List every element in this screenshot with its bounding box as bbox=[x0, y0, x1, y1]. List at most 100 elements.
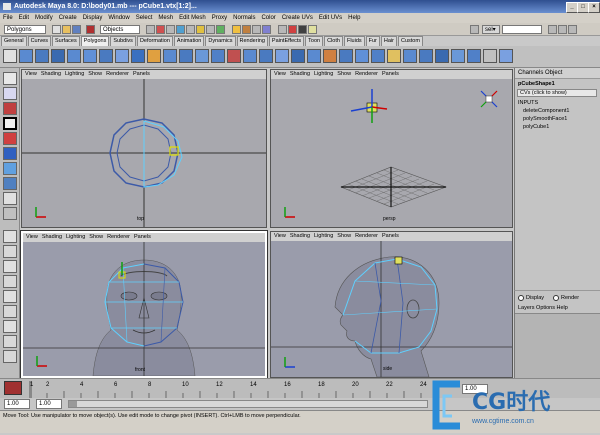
poly-duplicate-face-icon[interactable] bbox=[323, 49, 337, 63]
poly-combine-icon[interactable] bbox=[115, 49, 129, 63]
poly-merge-icon[interactable] bbox=[211, 49, 225, 63]
viewport-top-canvas[interactable] bbox=[22, 79, 266, 227]
menu-edit[interactable]: Edit bbox=[16, 13, 32, 23]
layout-four-icon[interactable] bbox=[3, 245, 17, 258]
quick-select-input[interactable] bbox=[502, 25, 542, 34]
cvs-click-to-show[interactable]: CVs (click to show) bbox=[517, 89, 597, 97]
vp-menu-view[interactable]: View bbox=[274, 71, 286, 77]
automatic-mapping-icon[interactable] bbox=[451, 49, 465, 63]
view-cube-icon[interactable] bbox=[480, 90, 498, 108]
tool-settings-toggle-icon[interactable] bbox=[558, 25, 567, 34]
input-node[interactable]: deleteComponent1 bbox=[523, 108, 569, 114]
menu-file[interactable]: File bbox=[0, 13, 16, 23]
menu-edit-uvs[interactable]: Edit UVs bbox=[316, 13, 345, 23]
input-node[interactable]: polyCube1 bbox=[523, 124, 549, 130]
poly-extrude-icon[interactable] bbox=[147, 49, 161, 63]
poly-cone-icon[interactable] bbox=[67, 49, 81, 63]
poly-separate-icon[interactable] bbox=[131, 49, 145, 63]
mask-icon-6[interactable] bbox=[196, 25, 205, 34]
menu-color[interactable]: Color bbox=[258, 13, 278, 23]
viewport-persp-canvas[interactable] bbox=[271, 79, 512, 227]
channel-box-tabs[interactable]: Channels Object bbox=[515, 68, 600, 79]
menu-display[interactable]: Display bbox=[80, 13, 106, 23]
new-scene-icon[interactable] bbox=[52, 25, 61, 34]
mask-icon-4[interactable] bbox=[176, 25, 185, 34]
layer-editor-menu[interactable]: Layers Options Help bbox=[518, 305, 568, 311]
poly-cube-icon[interactable] bbox=[35, 49, 49, 63]
poly-append-icon[interactable] bbox=[179, 49, 193, 63]
poly-mirror-icon[interactable] bbox=[259, 49, 273, 63]
vp-menu-view[interactable]: View bbox=[25, 71, 37, 77]
vp-menu-shading[interactable]: Shading bbox=[290, 233, 310, 239]
paint-select-tool-icon[interactable] bbox=[3, 102, 17, 115]
render-icon[interactable] bbox=[288, 25, 297, 34]
vp-menu-show[interactable]: Show bbox=[337, 71, 351, 77]
vp-menu-view[interactable]: View bbox=[274, 233, 286, 239]
vp-menu-panels[interactable]: Panels bbox=[133, 71, 150, 77]
input-node[interactable]: polySmoothFace1 bbox=[523, 116, 567, 122]
vp-menu-view[interactable]: View bbox=[26, 234, 38, 240]
snap-point-icon[interactable] bbox=[252, 25, 261, 34]
menu-select[interactable]: Select bbox=[133, 13, 156, 23]
move-tool-icon[interactable] bbox=[3, 117, 17, 130]
layout-script-icon[interactable] bbox=[3, 350, 17, 363]
select-tool-icon[interactable] bbox=[3, 72, 17, 85]
display-radio[interactable] bbox=[518, 295, 524, 301]
menu-edit-mesh[interactable]: Edit Mesh bbox=[176, 13, 209, 23]
poly-plane-icon[interactable] bbox=[83, 49, 97, 63]
layout-custom-icon[interactable] bbox=[3, 320, 17, 333]
vp-menu-renderer[interactable]: Renderer bbox=[107, 234, 130, 240]
soften-edge-icon[interactable] bbox=[483, 49, 497, 63]
mask-icon-7[interactable] bbox=[206, 25, 215, 34]
soft-mod-tool-icon[interactable] bbox=[3, 177, 17, 190]
snap-plane-icon[interactable] bbox=[262, 25, 271, 34]
range-start-inner-field[interactable]: 1.00 bbox=[36, 399, 62, 409]
viewport-top[interactable]: View Shading Lighting Show Renderer Panels to… bbox=[21, 69, 267, 228]
menu-normals[interactable]: Normals bbox=[230, 13, 258, 23]
vp-menu-shading[interactable]: Shading bbox=[290, 71, 310, 77]
poly-poke-icon[interactable] bbox=[307, 49, 321, 63]
close-button[interactable]: × bbox=[588, 2, 600, 13]
vp-menu-renderer[interactable]: Renderer bbox=[106, 71, 129, 77]
range-start-field[interactable]: 1.00 bbox=[4, 399, 30, 409]
vp-menu-renderer[interactable]: Renderer bbox=[355, 233, 378, 239]
viewport-persp[interactable]: View Shading Lighting Show Renderer Panels pe… bbox=[270, 69, 513, 228]
vp-menu-panels[interactable]: Panels bbox=[382, 71, 399, 77]
last-tool-icon[interactable] bbox=[3, 207, 17, 220]
viewport-side-canvas[interactable] bbox=[271, 241, 512, 377]
poly-torus-icon[interactable] bbox=[99, 49, 113, 63]
viewport-side[interactable]: View Shading Lighting Show Renderer Panels si… bbox=[270, 231, 513, 378]
vp-menu-panels[interactable]: Panels bbox=[382, 233, 399, 239]
cylindrical-mapping-icon[interactable] bbox=[419, 49, 433, 63]
vp-menu-show[interactable]: Show bbox=[337, 233, 351, 239]
mask-icon-5[interactable] bbox=[186, 25, 195, 34]
vp-menu-lighting[interactable]: Lighting bbox=[314, 233, 333, 239]
mask-icon-3[interactable] bbox=[166, 25, 175, 34]
menu-window[interactable]: Window bbox=[105, 13, 132, 23]
mask-icon-8[interactable] bbox=[216, 25, 225, 34]
spherical-mapping-icon[interactable] bbox=[435, 49, 449, 63]
mode-select-dropdown[interactable]: Polygons bbox=[4, 25, 46, 34]
scale-tool-icon[interactable] bbox=[3, 147, 17, 160]
history-icon[interactable] bbox=[278, 25, 287, 34]
shelf-menu-icon[interactable] bbox=[3, 49, 17, 63]
attribute-editor-toggle-icon[interactable] bbox=[548, 25, 557, 34]
vp-menu-lighting[interactable]: Lighting bbox=[314, 71, 333, 77]
render-settings-icon[interactable] bbox=[308, 25, 317, 34]
poly-cylinder-icon[interactable] bbox=[51, 49, 65, 63]
poly-triangulate-icon[interactable] bbox=[355, 49, 369, 63]
select-hierarchy-icon[interactable] bbox=[86, 25, 95, 34]
layout-render-icon[interactable] bbox=[3, 335, 17, 348]
poly-extract-icon[interactable] bbox=[339, 49, 353, 63]
poly-cut-icon[interactable] bbox=[275, 49, 289, 63]
lasso-tool-icon[interactable] bbox=[3, 87, 17, 100]
snap-grid-icon[interactable] bbox=[232, 25, 241, 34]
layer-list[interactable] bbox=[515, 313, 600, 380]
render-radio[interactable] bbox=[553, 295, 559, 301]
channel-object-name[interactable]: pCubeShape1 bbox=[518, 81, 555, 87]
vp-menu-show[interactable]: Show bbox=[89, 234, 103, 240]
input-field-icon[interactable] bbox=[470, 25, 479, 34]
viewport-front[interactable]: View Shading Lighting Show Renderer Panels fr… bbox=[20, 230, 268, 379]
menu-create-uvs[interactable]: Create UVs bbox=[279, 13, 316, 23]
range-slider-bar[interactable] bbox=[68, 400, 428, 408]
